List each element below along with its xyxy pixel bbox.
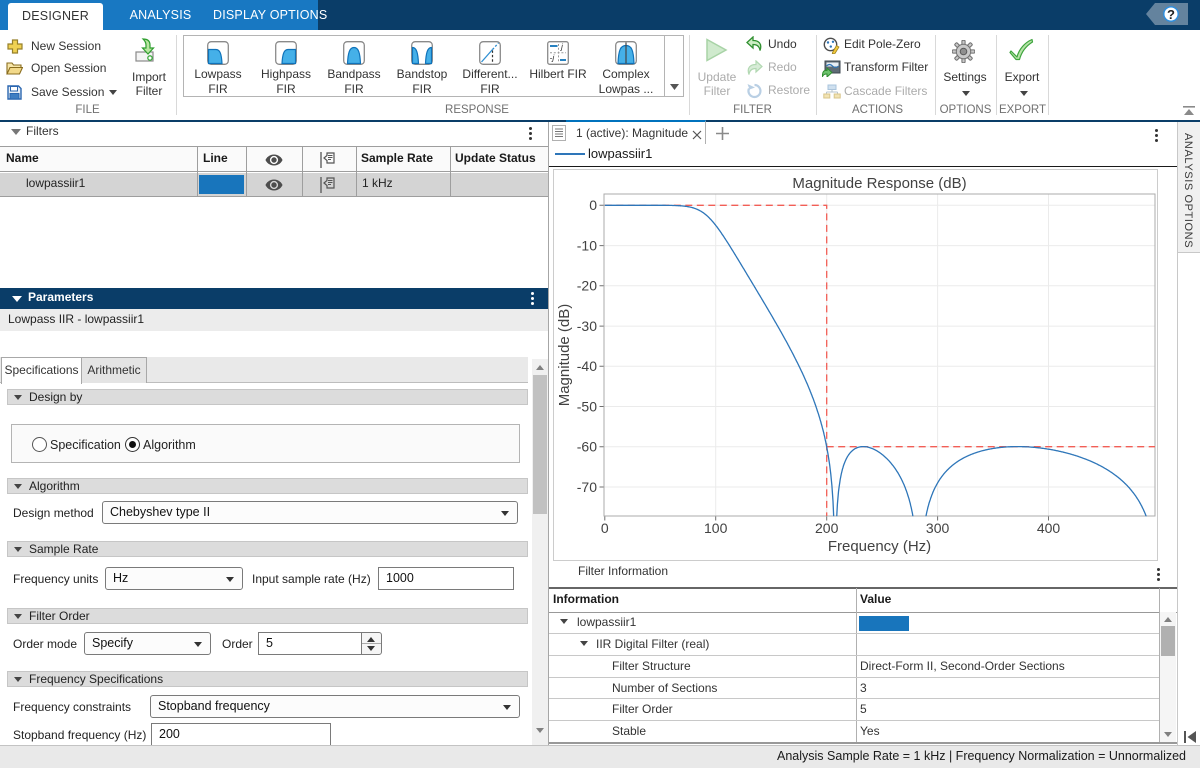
svg-text:0: 0 — [601, 520, 609, 536]
svg-text:Magnitude Response (dB): Magnitude Response (dB) — [792, 175, 966, 192]
svg-text:-60: -60 — [577, 439, 597, 455]
svg-text:-50: -50 — [577, 398, 597, 414]
svg-text:200: 200 — [815, 520, 839, 536]
svg-text:-10: -10 — [577, 238, 597, 254]
svg-text:100: 100 — [704, 520, 728, 536]
svg-text:0: 0 — [589, 197, 597, 213]
svg-text:-70: -70 — [577, 479, 597, 495]
svg-text:Magnitude (dB): Magnitude (dB) — [556, 304, 573, 407]
svg-text:400: 400 — [1037, 520, 1061, 536]
svg-text:-30: -30 — [577, 318, 597, 334]
svg-text:300: 300 — [926, 520, 950, 536]
svg-text:Frequency (Hz): Frequency (Hz) — [828, 538, 931, 555]
svg-text:-20: -20 — [577, 278, 597, 294]
svg-text:?: ? — [1167, 7, 1175, 22]
svg-text:-40: -40 — [577, 358, 597, 374]
